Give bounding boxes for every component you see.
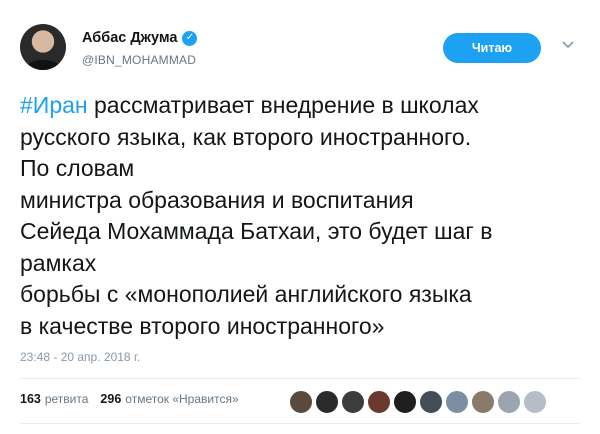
likes-stat[interactable]: 296 отметок «Нравится» <box>100 392 238 406</box>
following-button[interactable]: Читаю <box>443 33 541 63</box>
retweets-count: 163 <box>20 392 41 406</box>
tweet-line: борьбы с «монополией английского языка <box>20 281 472 307</box>
user-handle[interactable]: @IBN_MOHAMMAD <box>82 53 196 67</box>
liker-avatar[interactable] <box>393 390 417 414</box>
tweet-line: Сейеда Мохаммада Батхаи, это будет шаг в <box>20 218 493 244</box>
liker-avatar[interactable] <box>419 390 443 414</box>
liker-avatar[interactable] <box>315 390 339 414</box>
liker-avatar[interactable] <box>523 390 547 414</box>
retweets-stat[interactable]: 163 ретвита <box>20 392 88 406</box>
retweets-label: ретвита <box>44 392 89 406</box>
likers-avatars <box>289 390 549 414</box>
tweet-text: #Иран рассматривает внедрение в школах р… <box>20 90 580 342</box>
tweet-line: министра образования и воспитания <box>20 186 414 213</box>
likes-count: 296 <box>100 392 122 406</box>
tweet-stats: 163 ретвита 296 отметок «Нравится» <box>20 392 239 406</box>
divider <box>20 423 580 424</box>
liker-avatar[interactable] <box>497 390 521 414</box>
liker-avatar[interactable] <box>445 390 469 414</box>
tweet-line: в качестве второго иностранного» <box>20 312 385 339</box>
liker-avatar[interactable] <box>341 390 365 414</box>
tweet-line: рамках <box>20 249 97 276</box>
avatar-shirt <box>26 60 60 70</box>
user-avatar[interactable] <box>20 24 66 70</box>
display-name-text[interactable]: Аббас Джума <box>82 30 177 46</box>
verified-badge-icon: ✓ <box>182 30 198 46</box>
tweet-line: русского языка, как второго иностранного… <box>20 123 472 150</box>
user-display-name[interactable]: Аббас Джума ✓ <box>82 30 198 46</box>
divider <box>20 378 580 379</box>
hashtag-link[interactable]: #Иран <box>20 92 88 118</box>
tweet-line: По словам <box>20 155 135 181</box>
liker-avatar[interactable] <box>289 390 313 414</box>
liker-avatar[interactable] <box>471 390 495 414</box>
liker-avatar[interactable] <box>367 390 391 414</box>
tweet-timestamp[interactable]: 23:48 - 20 апр. 2018 г. <box>20 350 140 364</box>
chevron-down-icon[interactable] <box>561 38 575 52</box>
tweet-line: #Иран рассматривает внедрение в школах <box>20 90 580 122</box>
likes-label: отметок «Нравится» <box>125 392 239 406</box>
tweet-line-text: рассматривает внедрение в школах <box>87 92 479 118</box>
